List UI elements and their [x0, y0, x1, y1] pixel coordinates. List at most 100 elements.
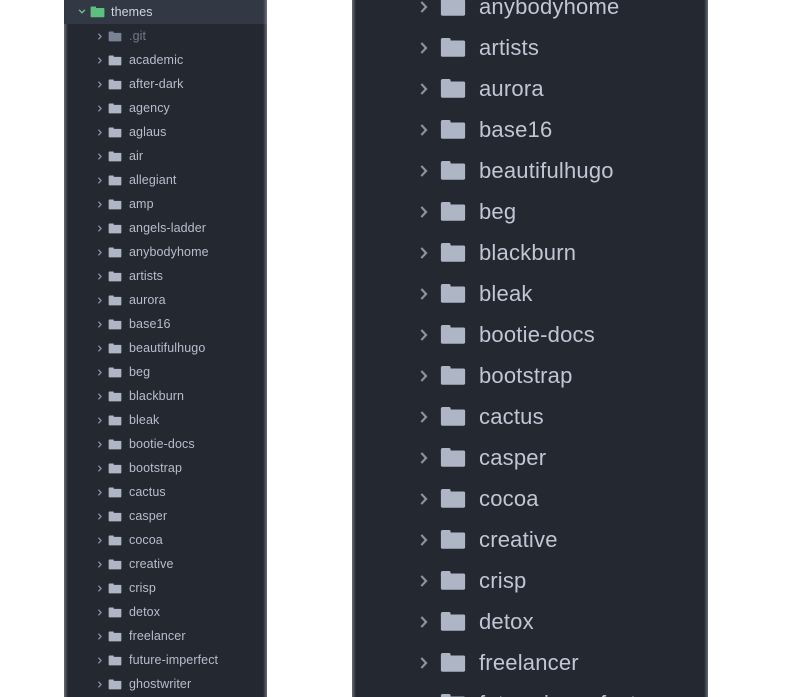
tree-row[interactable]: bootie-docs	[64, 432, 267, 456]
tree-row-magnified[interactable]: crisp	[352, 560, 708, 601]
chevron-right-icon[interactable]	[94, 680, 106, 689]
tree-row[interactable]: academic	[64, 48, 267, 72]
tree-row[interactable]: beg	[64, 360, 267, 384]
tree-row[interactable]: bootstrap	[64, 456, 267, 480]
chevron-right-icon[interactable]	[414, 450, 436, 466]
tree-row-magnified[interactable]: cocoa	[352, 478, 708, 519]
chevron-right-icon[interactable]	[414, 245, 436, 261]
chevron-right-icon[interactable]	[414, 368, 436, 384]
tree-row-magnified[interactable]: aurora	[352, 68, 708, 109]
tree-row-magnified[interactable]: creative	[352, 519, 708, 560]
chevron-right-icon[interactable]	[94, 248, 106, 257]
tree-row-magnified[interactable]: freelancer	[352, 642, 708, 683]
chevron-right-icon[interactable]	[414, 0, 436, 15]
chevron-right-icon[interactable]	[94, 608, 106, 617]
tree-row[interactable]: air	[64, 144, 267, 168]
chevron-right-icon[interactable]	[94, 440, 106, 449]
tree-row-magnified[interactable]: future-imperfect	[352, 683, 708, 697]
chevron-right-icon[interactable]	[414, 204, 436, 220]
tree-row[interactable]: angels-ladder	[64, 216, 267, 240]
chevron-right-icon[interactable]	[94, 416, 106, 425]
chevron-right-icon[interactable]	[94, 128, 106, 137]
chevron-right-icon[interactable]	[94, 56, 106, 65]
chevron-right-icon[interactable]	[414, 286, 436, 302]
chevron-right-icon[interactable]	[414, 327, 436, 343]
tree-row-magnified[interactable]: anybodyhome	[352, 0, 708, 27]
tree-row[interactable]: aglaus	[64, 120, 267, 144]
chevron-right-icon[interactable]	[94, 224, 106, 233]
tree-row-magnified[interactable]: bootstrap	[352, 355, 708, 396]
chevron-right-icon[interactable]	[94, 536, 106, 545]
tree-row[interactable]: cocoa	[64, 528, 267, 552]
chevron-right-icon[interactable]	[94, 656, 106, 665]
tree-row-label: artists	[479, 34, 540, 60]
tree-row[interactable]: aurora	[64, 288, 267, 312]
tree-row[interactable]: agency	[64, 96, 267, 120]
tree-row-magnified[interactable]: cactus	[352, 396, 708, 437]
tree-row[interactable]: creative	[64, 552, 267, 576]
tree-row-label: beautifulhugo	[479, 157, 614, 183]
tree-row[interactable]: anybodyhome	[64, 240, 267, 264]
tree-row[interactable]: beautifulhugo	[64, 336, 267, 360]
chevron-right-icon[interactable]	[414, 81, 436, 97]
tree-row[interactable]: .git	[64, 24, 267, 48]
tree-row[interactable]: casper	[64, 504, 267, 528]
chevron-right-icon[interactable]	[94, 488, 106, 497]
tree-row-magnified[interactable]: beautifulhugo	[352, 150, 708, 191]
tree-row-magnified[interactable]: bootie-docs	[352, 314, 708, 355]
chevron-right-icon[interactable]	[94, 272, 106, 281]
tree-row[interactable]: ghostwriter	[64, 672, 267, 696]
tree-row[interactable]: artists	[64, 264, 267, 288]
tree-row[interactable]: cactus	[64, 480, 267, 504]
chevron-right-icon[interactable]	[94, 584, 106, 593]
tree-row[interactable]: future-imperfect	[64, 648, 267, 672]
chevron-right-icon[interactable]	[414, 40, 436, 56]
chevron-right-icon[interactable]	[94, 296, 106, 305]
chevron-right-icon[interactable]	[94, 464, 106, 473]
chevron-right-icon[interactable]	[414, 655, 436, 671]
tree-row-label: bleak	[129, 412, 160, 427]
tree-row[interactable]: crisp	[64, 576, 267, 600]
tree-row-magnified[interactable]: bleak	[352, 273, 708, 314]
tree-row[interactable]: bleak	[64, 408, 267, 432]
tree-row[interactable]: after-dark	[64, 72, 267, 96]
chevron-right-icon[interactable]	[414, 122, 436, 138]
tree-row-magnified[interactable]: base16	[352, 109, 708, 150]
chevron-right-icon[interactable]	[414, 163, 436, 179]
chevron-right-icon[interactable]	[94, 392, 106, 401]
tree-row-magnified[interactable]: detox	[352, 601, 708, 642]
chevron-right-icon[interactable]	[414, 532, 436, 548]
tree-row[interactable]: base16	[64, 312, 267, 336]
tree-row[interactable]: freelancer	[64, 624, 267, 648]
chevron-right-icon[interactable]	[94, 80, 106, 89]
chevron-right-icon[interactable]	[94, 368, 106, 377]
chevron-right-icon[interactable]	[414, 614, 436, 630]
tree-row-magnified[interactable]: casper	[352, 437, 708, 478]
chevron-right-icon[interactable]	[414, 491, 436, 507]
chevron-right-icon[interactable]	[94, 32, 106, 41]
tree-row-root[interactable]: themes	[64, 0, 267, 24]
chevron-down-icon[interactable]	[76, 7, 88, 17]
chevron-right-icon[interactable]	[94, 512, 106, 521]
file-tree-list: themes .git academic after-dark agency aglaus…	[64, 0, 267, 696]
chevron-right-icon[interactable]	[94, 320, 106, 329]
folder-icon	[106, 151, 124, 162]
tree-row[interactable]: detox	[64, 600, 267, 624]
chevron-right-icon[interactable]	[94, 344, 106, 353]
tree-row-magnified[interactable]: beg	[352, 191, 708, 232]
chevron-right-icon[interactable]	[94, 560, 106, 569]
chevron-right-icon[interactable]	[414, 573, 436, 589]
tree-row[interactable]: amp	[64, 192, 267, 216]
chevron-right-icon[interactable]	[94, 200, 106, 209]
chevron-right-icon[interactable]	[94, 176, 106, 185]
tree-row[interactable]: allegiant	[64, 168, 267, 192]
chevron-right-icon[interactable]	[414, 409, 436, 425]
chevron-right-icon[interactable]	[94, 104, 106, 113]
folder-icon	[106, 415, 124, 426]
tree-row-magnified[interactable]: artists	[352, 27, 708, 68]
tree-row-magnified[interactable]: blackburn	[352, 232, 708, 273]
folder-icon	[106, 631, 124, 642]
tree-row[interactable]: blackburn	[64, 384, 267, 408]
chevron-right-icon[interactable]	[94, 632, 106, 641]
chevron-right-icon[interactable]	[94, 152, 106, 161]
